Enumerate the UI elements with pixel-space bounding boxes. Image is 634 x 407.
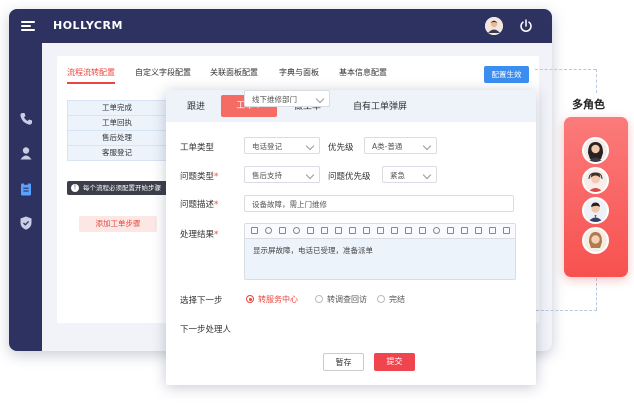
tab-flow-config[interactable]: 流程流转配置 <box>67 67 115 84</box>
tab-ticket-popup[interactable]: 自有工单弹屏 <box>353 99 407 112</box>
issue-desc-label: 问题描述* <box>180 200 219 210</box>
next-handler-select[interactable]: 线下维修部门 <box>244 90 330 107</box>
tab-follow-up[interactable]: 跟进 <box>187 99 205 112</box>
toolbar-icon[interactable] <box>377 227 384 234</box>
step-list: 工单完成 工单回执 售后处理 客服登记 <box>67 100 167 161</box>
tab-related-panel[interactable]: 关联面板配置 <box>210 67 258 78</box>
priority-select[interactable]: A类-普通 <box>364 137 437 154</box>
menu-icon[interactable] <box>21 21 35 31</box>
chevron-down-icon <box>422 141 432 151</box>
add-step-button[interactable]: 添加工单步骤 <box>79 216 157 232</box>
toolbar-icon[interactable] <box>363 227 370 234</box>
editor-toolbar <box>245 224 515 239</box>
save-draft-button[interactable]: 暂存 <box>323 353 364 371</box>
tab-custom-fields[interactable]: 自定义字段配置 <box>135 67 191 78</box>
connector-line <box>596 69 597 93</box>
connector-line <box>596 278 597 310</box>
roles-card <box>564 117 628 277</box>
ticket-type-label: 工单类型 <box>180 143 215 153</box>
toolbar-icon[interactable] <box>391 227 398 234</box>
issue-priority-select[interactable]: 紧急 <box>382 166 437 183</box>
next-step-label: 选择下一步 <box>180 296 223 306</box>
radio-service-center[interactable] <box>246 295 254 303</box>
radio-label: 转服务中心 <box>258 295 298 304</box>
ticket-type-select[interactable]: 电话登记 <box>244 137 320 154</box>
radio-survey[interactable] <box>315 295 323 303</box>
connector-line <box>535 69 596 70</box>
toolbar-icon[interactable] <box>279 227 286 234</box>
step-item[interactable]: 客服登记 <box>68 146 166 160</box>
top-bar: HOLLYCRM <box>9 9 552 43</box>
dialog-tabs: 跟进 工单+ 做工单 自有工单弹屏 <box>166 90 536 122</box>
issue-type-select[interactable]: 售后支持 <box>244 166 320 183</box>
user-avatar[interactable] <box>485 17 503 35</box>
toolbar-icon[interactable] <box>307 227 314 234</box>
toolbar-icon[interactable] <box>489 227 496 234</box>
role-avatar <box>582 167 609 194</box>
user-icon[interactable] <box>18 145 34 161</box>
toolbar-icon[interactable] <box>461 227 468 234</box>
connector-line <box>536 310 597 311</box>
role-avatar <box>582 197 609 224</box>
apply-config-button[interactable]: 配置生效 <box>484 66 529 83</box>
tab-dictionary[interactable]: 字典与面板 <box>279 67 319 78</box>
roles-title: 多角色 <box>572 98 605 111</box>
role-avatar <box>582 227 609 254</box>
toolbar-icon[interactable] <box>503 227 510 234</box>
result-label: 处理结果* <box>180 230 219 240</box>
toolbar-icon[interactable] <box>447 227 454 234</box>
chevron-down-icon <box>305 141 315 151</box>
toolbar-icon[interactable] <box>293 227 300 234</box>
issue-type-label: 问题类型* <box>180 172 219 182</box>
role-avatar <box>582 137 609 164</box>
priority-label: 优先级 <box>328 143 354 153</box>
toolbar-icon[interactable] <box>419 227 426 234</box>
chevron-down-icon <box>305 170 315 180</box>
shield-icon[interactable] <box>18 215 34 231</box>
next-handler-label: 下一步处理人 <box>180 325 232 335</box>
toolbar-icon[interactable] <box>349 227 356 234</box>
result-text: 显示屏故障，电话已受理，准备派单 <box>253 246 373 255</box>
toolbar-icon[interactable] <box>405 227 412 234</box>
radio-complete[interactable] <box>377 295 385 303</box>
toolbar-icon[interactable] <box>321 227 328 234</box>
result-editor[interactable]: 显示屏故障，电话已受理，准备派单 <box>244 223 516 280</box>
step-item[interactable]: 工单回执 <box>68 116 166 131</box>
step-item[interactable]: 工单完成 <box>68 101 166 116</box>
notice-text: 每个流程必须配置开始步骤 <box>83 184 161 192</box>
chevron-down-icon <box>422 170 432 180</box>
clipboard-icon[interactable] <box>18 181 34 197</box>
radio-label: 转调查回访 <box>327 295 367 304</box>
tab-basic-info[interactable]: 基本信息配置 <box>339 67 387 78</box>
brand-logo: HOLLYCRM <box>53 19 123 32</box>
info-icon: ! <box>71 184 79 192</box>
left-nav <box>9 43 42 351</box>
chevron-down-icon <box>315 94 325 104</box>
power-icon[interactable] <box>517 17 535 35</box>
radio-label: 完结 <box>389 295 405 304</box>
issue-desc-input[interactable]: 设备故障，需上门维修 <box>244 195 514 212</box>
phone-icon[interactable] <box>18 111 34 127</box>
issue-priority-label: 问题优先级 <box>328 172 371 182</box>
submit-button[interactable]: 提交 <box>374 353 415 371</box>
toolbar-icon[interactable] <box>335 227 342 234</box>
toolbar-icon[interactable] <box>265 227 272 234</box>
step-item[interactable]: 售后处理 <box>68 131 166 146</box>
notice-bar: ! 每个流程必须配置开始步骤 <box>67 181 177 195</box>
toolbar-icon[interactable] <box>433 227 440 234</box>
ticket-dialog: 跟进 工单+ 做工单 自有工单弹屏 工单类型 电话登记 优先级 A类-普通 问题… <box>166 90 536 385</box>
toolbar-icon[interactable] <box>251 227 258 234</box>
toolbar-icon[interactable] <box>475 227 482 234</box>
